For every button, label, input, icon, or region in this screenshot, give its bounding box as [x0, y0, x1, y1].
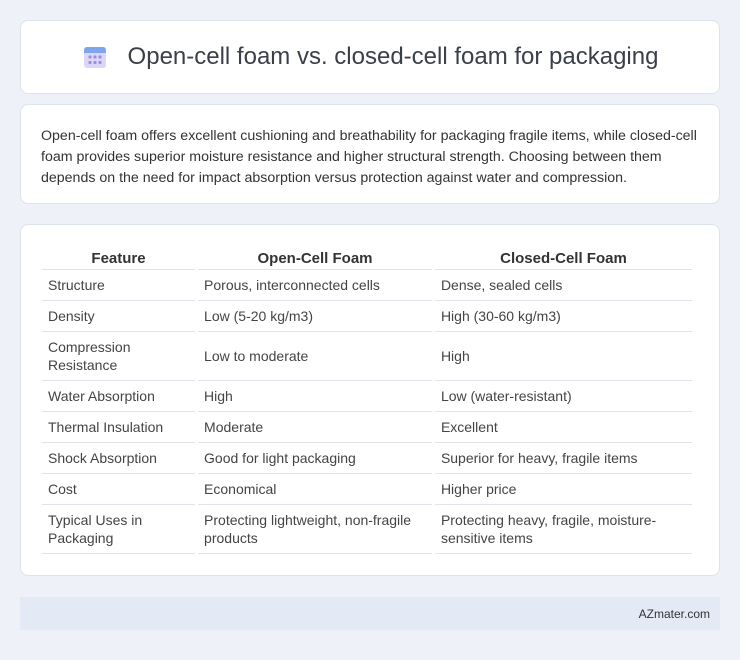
closed-cell-value: Low (water-resistant) [434, 381, 692, 412]
open-cell-value: Moderate [198, 412, 432, 443]
open-cell-value: Low (5-20 kg/m3) [198, 301, 432, 332]
open-cell-value: Porous, interconnected cells [198, 270, 432, 301]
closed-cell-value: Excellent [434, 412, 692, 443]
open-cell-value: Protecting lightweight, non-fragile prod… [198, 505, 432, 554]
summary-text: Open-cell foam offers excellent cushioni… [41, 128, 697, 186]
closed-cell-value: High (30-60 kg/m3) [434, 301, 692, 332]
table-row: Structure Porous, interconnected cells D… [42, 270, 692, 301]
table-row: Shock Absorption Good for light packagin… [42, 443, 692, 474]
closed-cell-value: Dense, sealed cells [434, 270, 692, 301]
feature-cell: Compression Resistance [42, 332, 196, 381]
comparison-table: Feature Open-Cell Foam Closed-Cell Foam … [39, 245, 695, 554]
title-card: Open-cell foam vs. closed-cell foam for … [20, 20, 720, 94]
footer: AZmater.com [20, 597, 720, 630]
table-row: Water Absorption High Low (water-resista… [42, 381, 692, 412]
open-cell-value: Economical [198, 474, 432, 505]
feature-cell: Typical Uses in Packaging [42, 505, 196, 554]
table-row: Typical Uses in Packaging Protecting lig… [42, 505, 692, 554]
feature-cell: Cost [42, 474, 196, 505]
page-title: Open-cell foam vs. closed-cell foam for … [127, 43, 659, 70]
title-wrap: Open-cell foam vs. closed-cell foam for … [82, 43, 659, 71]
footer-brand: AZmater.com [638, 606, 710, 621]
summary-card: Open-cell foam offers excellent cushioni… [20, 104, 720, 204]
column-header-open-cell: Open-Cell Foam [198, 245, 432, 270]
table-row: Density Low (5-20 kg/m3) High (30-60 kg/… [42, 301, 692, 332]
column-header-feature: Feature [42, 245, 196, 270]
open-cell-value: High [198, 381, 432, 412]
table-row: Cost Economical Higher price [42, 474, 692, 505]
open-cell-value: Good for light packaging [198, 443, 432, 474]
closed-cell-value: High [434, 332, 692, 381]
feature-cell: Density [42, 301, 196, 332]
table-row: Thermal Insulation Moderate Excellent [42, 412, 692, 443]
feature-cell: Shock Absorption [42, 443, 196, 474]
feature-cell: Water Absorption [42, 381, 196, 412]
calendar-icon [83, 47, 106, 68]
comparison-table-card: Feature Open-Cell Foam Closed-Cell Foam … [20, 224, 720, 576]
column-header-closed-cell: Closed-Cell Foam [434, 245, 692, 270]
closed-cell-value: Protecting heavy, fragile, moisture-sens… [434, 505, 692, 554]
closed-cell-value: Higher price [434, 474, 692, 505]
feature-cell: Structure [42, 270, 196, 301]
feature-cell: Thermal Insulation [42, 412, 196, 443]
open-cell-value: Low to moderate [198, 332, 432, 381]
table-row: Compression Resistance Low to moderate H… [42, 332, 692, 381]
closed-cell-value: Superior for heavy, fragile items [434, 443, 692, 474]
table-header-row: Feature Open-Cell Foam Closed-Cell Foam [42, 245, 692, 270]
